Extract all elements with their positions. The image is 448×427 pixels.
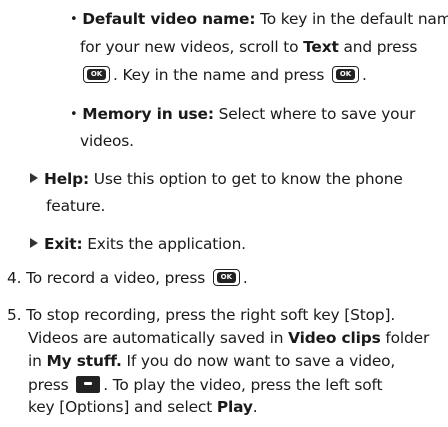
step-text: . [242, 269, 248, 287]
step-text: folder [380, 329, 430, 347]
sub-bullet-line: for your new videos, scroll to Text and … [80, 36, 417, 58]
step-line: press . To play the video, press the lef… [28, 373, 382, 396]
option-text: Use this option to get to know the phone [89, 170, 403, 188]
step-text: key [Options] and select [28, 398, 217, 416]
step-text: If you do now want to save a video, [121, 352, 396, 370]
ok-key-icon: OK [332, 66, 360, 83]
ok-key-icon: OK [83, 66, 110, 83]
option-help: Help: Use this option to get to know the… [30, 168, 403, 190]
option-exit: Exit: Exits the application. [30, 233, 246, 255]
sub-bullet-memory-in-use: • Memory in use: Select where to save yo… [70, 103, 415, 127]
bullet-symbol: • [70, 107, 78, 122]
step-line: in My stuff. If you do now want to save … [28, 350, 395, 372]
soft-key-icon [76, 376, 101, 393]
step-number: 4. [7, 269, 22, 287]
menu-item-text: Play [216, 398, 253, 416]
manual-page: • Default video name: To key in the defa… [0, 0, 448, 427]
option-label: Help: [44, 170, 90, 188]
step-4: 4. To record a video, press OK. [7, 266, 248, 289]
folder-name: Video clips [288, 329, 381, 347]
option-label: Memory in use: [82, 105, 214, 123]
step-number: 5. [7, 306, 22, 324]
option-text: . [362, 66, 367, 84]
step-text: . [252, 398, 258, 416]
sub-bullet-line: OK. Key in the name and press OK. [80, 63, 367, 86]
step-text: . To play the video, press the left soft [103, 376, 383, 394]
option-text: . Key in the name and press [113, 66, 325, 84]
option-label: Exit: [44, 235, 83, 253]
bullet-symbol: • [70, 12, 78, 27]
folder-name: My stuff. [46, 352, 122, 370]
step-5: 5. To stop recording, press the right so… [7, 304, 395, 326]
step-text: Videos are automatically saved in [28, 329, 289, 347]
step-line: Videos are automatically saved in Video … [28, 327, 429, 349]
option-text: To key in the default name [255, 10, 448, 28]
menu-item-text: Text [303, 38, 339, 56]
step-line: key [Options] and select Play. [28, 396, 258, 418]
arrow-bullet-icon [30, 238, 38, 248]
option-text: videos. [80, 132, 134, 150]
step-text: press [28, 376, 69, 394]
option-text: Exits the application. [82, 235, 246, 253]
step-text: To stop recording, press the right soft … [26, 306, 396, 324]
ok-key-icon: OK [212, 269, 240, 286]
sub-bullet-line: videos. [80, 130, 134, 152]
option-label: Default video name: [82, 10, 256, 28]
sub-bullet-default-video-name: • Default video name: To key in the defa… [70, 8, 448, 32]
option-text: and press [338, 38, 418, 56]
step-text: To record a video, press [26, 269, 206, 287]
step-text: in [28, 352, 47, 370]
option-text: for your new videos, scroll to [80, 38, 304, 56]
option-text: feature. [46, 197, 106, 215]
option-line: feature. [46, 195, 105, 217]
arrow-bullet-icon [30, 173, 38, 183]
option-text: Select where to save your [213, 105, 416, 123]
